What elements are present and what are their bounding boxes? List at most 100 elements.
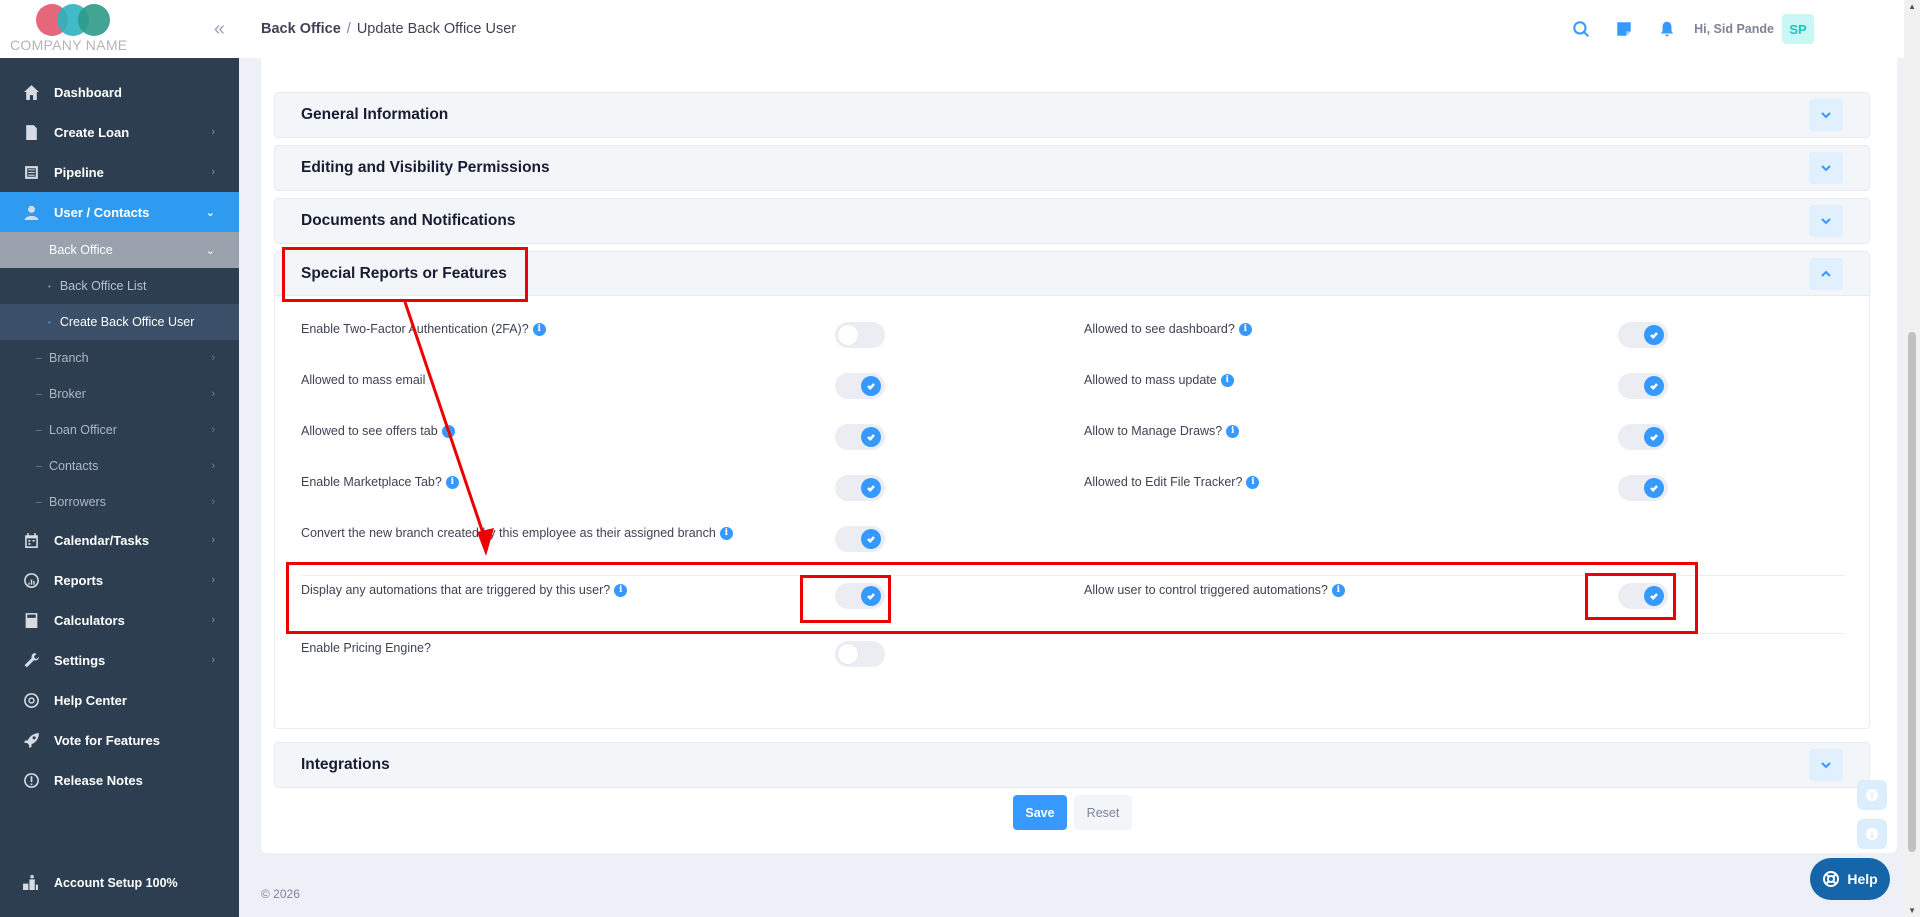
toggle-mass-update[interactable] [1618,373,1668,399]
sidebar-item-borrowers[interactable]: – Borrowers › [0,484,239,520]
toggle-convert-branch[interactable] [835,526,885,552]
sidebar-item-calendar-tasks[interactable]: Calendar/Tasks › [0,520,239,560]
annotation-highlight-section-title [282,247,528,302]
sidebar-item-release-notes[interactable]: Release Notes [0,760,239,800]
sidebar-item-label: Calculators [54,612,125,628]
sidebar-item-label: User / Contacts [54,204,150,220]
chevron-right-icon: › [211,352,215,364]
toggle-marketplace-tab[interactable] [835,475,885,501]
toggle-mass-email[interactable] [835,373,885,399]
sidebar-item-label: Borrowers [49,495,106,509]
sidebar-item-label: Contacts [49,459,99,473]
sidebar-item-broker[interactable]: – Broker › [0,376,239,412]
annotation-highlight-display-toggle [800,575,891,623]
info-icon[interactable]: i [441,424,455,438]
chevron-down-icon[interactable] [1809,205,1843,237]
scroll-bottom-button[interactable]: ↓ [1857,819,1887,849]
reset-button[interactable]: Reset [1074,795,1132,830]
sidebar-item-user-contacts[interactable]: User / Contacts ⌄ [0,192,239,232]
toggle-edit-file-tracker[interactable] [1618,475,1668,501]
lifebuoy-icon [22,691,40,709]
sidebar-item-back-office-list[interactable]: • Back Office List [0,268,239,304]
rocket-icon [22,731,40,749]
sidebar-item-vote-features[interactable]: Vote for Features [0,720,239,760]
scrollbar-thumb[interactable] [1908,332,1916,852]
help-button[interactable]: Help [1810,858,1890,900]
sidebar-item-branch[interactable]: – Branch › [0,340,239,376]
section-header[interactable]: Integrations [275,743,1869,787]
section-header[interactable]: General Information [275,93,1869,137]
search-icon[interactable] [1570,18,1592,40]
chevron-down-icon[interactable] [1809,99,1843,131]
scroll-top-button[interactable]: ↑ [1857,780,1887,810]
toggle-offers-tab[interactable] [835,424,885,450]
section-title: Integrations [301,756,390,773]
scroll-up-icon[interactable]: ▲ [1908,2,1916,11]
sidebar-item-create-loan[interactable]: Create Loan › [0,112,239,152]
info-icon[interactable]: i [1226,424,1240,438]
collapse-sidebar-icon[interactable]: « [214,18,225,41]
toggle-see-dashboard[interactable] [1618,322,1668,348]
info-icon[interactable]: i [532,322,546,336]
option-edit-file-tracker: Allowed to Edit File Tracker? i [1084,475,1260,489]
toggle-pricing-engine[interactable] [835,641,885,667]
option-marketplace-tab: Enable Marketplace Tab? i [301,475,459,489]
section-title: Editing and Visibility Permissions [301,159,550,176]
bullet-icon: • [48,317,51,327]
chevron-up-icon[interactable] [1809,258,1843,290]
sidebar-item-contacts[interactable]: – Contacts › [0,448,239,484]
option-label: Allow to Manage Draws? [1084,424,1223,438]
list-icon [22,163,40,181]
sidebar-item-label: Back Office List [59,279,147,293]
sidebar-item-help-center[interactable]: Help Center [0,680,239,720]
sidebar-item-calculators[interactable]: Calculators › [0,600,239,640]
annotation-highlight-automation-row [286,562,1698,634]
breadcrumb-root[interactable]: Back Office [261,21,341,37]
avatar[interactable]: SP [1782,14,1814,44]
user-greeting: Hi, Sid Pande [1694,22,1774,36]
info-icon[interactable]: i [445,475,459,489]
main-card: General Information Editing and Visibili… [261,58,1897,853]
chevron-down-icon: ⌄ [205,206,215,219]
notes-icon[interactable] [1613,18,1635,40]
sidebar-item-loan-officer[interactable]: – Loan Officer › [0,412,239,448]
info-icon[interactable]: i [1246,475,1260,489]
section-documents-notifications: Documents and Notifications [274,198,1870,244]
option-label: Enable Two-Factor Authentication (2FA)? [301,322,529,336]
sidebar-item-back-office[interactable]: Back Office ⌄ [0,232,239,268]
sidebar-item-pipeline[interactable]: Pipeline › [0,152,239,192]
chevron-down-icon[interactable] [1809,152,1843,184]
scroll-down-icon[interactable]: ▼ [1908,906,1916,915]
save-button[interactable]: Save [1013,795,1067,830]
info-icon[interactable]: i [1238,322,1252,336]
section-header[interactable]: Documents and Notifications [275,199,1869,243]
sidebar-item-label: Back Office [49,243,113,257]
lifebuoy-icon [1823,871,1840,887]
toggle-manage-draws[interactable] [1618,424,1668,450]
sidebar-item-label: Calendar/Tasks [54,532,150,548]
bullet-icon: • [48,281,51,291]
bell-icon[interactable] [1656,18,1678,40]
section-title: General Information [301,106,449,123]
footer-copyright: © 2026 [261,887,300,901]
info-icon[interactable]: i [719,526,733,540]
sidebar-item-label: Branch [49,351,89,365]
section-header[interactable]: Editing and Visibility Permissions [275,146,1869,190]
sidebar-item-reports[interactable]: Reports › [0,560,239,600]
option-pricing-engine: Enable Pricing Engine? [301,641,431,655]
chevron-right-icon: › [211,614,215,626]
sidebar-item-label: Help Center [54,692,127,708]
info-icon[interactable]: i [1220,373,1234,387]
sidebar-item-label: Broker [49,387,86,401]
option-label: Allowed to see dashboard? [1084,322,1235,336]
section-special-reports: Special Reports or Features Enable Two-F… [274,251,1870,729]
sidebar-item-settings[interactable]: Settings › [0,640,239,680]
chevron-down-icon[interactable] [1809,749,1843,781]
document-icon [22,123,40,141]
toggle-two-factor[interactable] [835,322,885,348]
sidebar-item-dashboard[interactable]: Dashboard [0,72,239,112]
scrollbar[interactable]: ▲ ▼ [1904,0,1920,917]
account-setup[interactable]: Account Setup 100% [22,874,178,891]
sidebar-item-create-back-office-user[interactable]: • Create Back Office User [0,304,239,340]
wrench-icon [22,651,40,669]
